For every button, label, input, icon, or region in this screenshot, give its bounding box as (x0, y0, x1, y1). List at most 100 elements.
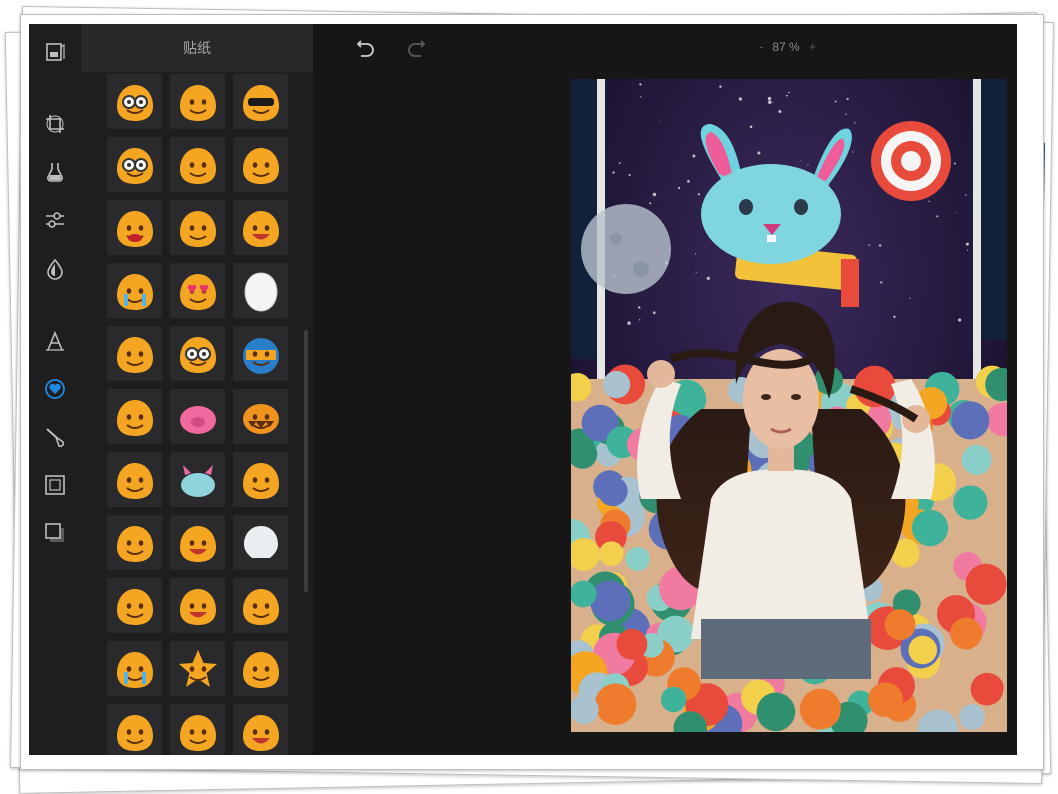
sticker-grin[interactable] (233, 200, 288, 255)
sticker-happy[interactable] (170, 578, 225, 633)
sobbing-icon (116, 651, 153, 688)
smirk-icon (242, 588, 279, 625)
headphones-icon (116, 336, 153, 373)
sticker-heart-icon (45, 379, 65, 399)
undo-button[interactable] (355, 37, 377, 59)
tongue-icon (242, 714, 279, 751)
sticker-headphones[interactable] (107, 326, 162, 381)
round-glasses-icon (179, 336, 216, 373)
photo-canvas[interactable] (571, 79, 1007, 732)
blank-smile-icon (242, 147, 279, 184)
sticker-sweat[interactable] (170, 704, 225, 755)
sticker-angry[interactable] (233, 641, 288, 696)
sticker-lightbulb[interactable] (170, 137, 225, 192)
photo-image (571, 79, 1007, 732)
star-icon (178, 649, 217, 687)
sticker-rainbow-crown[interactable] (170, 74, 225, 129)
canvas-icon (46, 43, 65, 61)
sticker-panel: 贴纸 (81, 24, 313, 755)
flask-icon (47, 163, 63, 182)
mustache-glasses-icon (116, 147, 153, 184)
drop-icon (47, 258, 63, 280)
grin-icon (242, 210, 279, 247)
sticker-skull[interactable] (233, 515, 288, 570)
crop-tool[interactable] (43, 112, 67, 136)
sticker-blow-kiss[interactable] (170, 200, 225, 255)
brush-icon (46, 428, 65, 448)
skull-icon (243, 525, 278, 558)
top-bar: - 87 % + (313, 24, 1017, 72)
sticker-heart-eyes[interactable] (170, 263, 225, 318)
sweat-icon (179, 714, 216, 751)
sticker-kiss-lips[interactable] (107, 200, 162, 255)
sticker-crying-tears[interactable] (107, 263, 162, 318)
happy-icon (179, 588, 216, 625)
confused-icon (116, 462, 153, 499)
sticker-sobbing[interactable] (107, 641, 162, 696)
text-tool[interactable] (43, 329, 67, 353)
redo-button[interactable] (405, 37, 427, 59)
sticker-tired[interactable] (107, 389, 162, 444)
sticker-star[interactable] (170, 641, 225, 696)
sticker-confused[interactable] (107, 452, 162, 507)
frame-icon (45, 475, 65, 495)
mask-icon (243, 271, 278, 312)
sticker-scrollbar[interactable] (304, 330, 308, 592)
panel-title: 贴纸 (81, 24, 313, 72)
sliders-icon (46, 212, 64, 228)
frame-tool[interactable] (43, 473, 67, 497)
shadow-tool[interactable] (43, 521, 67, 545)
zoom-out-button[interactable]: - (759, 39, 763, 54)
kiss-lips-icon (116, 210, 153, 247)
rainbow-crown-icon (179, 84, 216, 121)
blow-kiss-icon (179, 210, 216, 247)
dizzy-icon (116, 588, 153, 625)
sticker-blank-smile[interactable] (233, 137, 288, 192)
lightbulb-icon (179, 147, 216, 184)
sticker-tongue[interactable] (233, 704, 288, 755)
sticker-sunglasses[interactable] (233, 74, 288, 129)
worried-icon (242, 462, 279, 499)
sticker-mask[interactable] (233, 263, 288, 318)
undo-icon (356, 40, 374, 57)
bra-icon (116, 714, 153, 751)
filter-tool[interactable] (43, 160, 67, 184)
sick-icon (116, 525, 153, 562)
sticker-dizzy[interactable] (107, 578, 162, 633)
sticker-sick[interactable] (107, 515, 162, 570)
sticker-ninja[interactable] (233, 326, 288, 381)
bunny-icon (180, 464, 215, 497)
jack-o-lantern-icon (242, 403, 279, 434)
sunglasses-icon (242, 84, 279, 121)
adjust-tool[interactable] (43, 208, 67, 232)
tired-icon (116, 399, 153, 436)
pig-icon (179, 405, 216, 434)
canvas-tool[interactable] (43, 40, 67, 64)
drool-icon (179, 525, 216, 562)
zoom-in-button[interactable]: + (809, 39, 817, 54)
text-icon (46, 330, 64, 351)
sticker-nerd-glasses[interactable] (107, 74, 162, 129)
sticker-bunny[interactable] (170, 452, 225, 507)
sticker-drool[interactable] (170, 515, 225, 570)
zoom-control: - 87 % + (759, 39, 816, 54)
zoom-level: 87 % (772, 39, 800, 54)
sticker-bra[interactable] (107, 704, 162, 755)
sticker-pig[interactable] (170, 389, 225, 444)
photo-editor-window: 贴纸 - 87 % + (29, 24, 1017, 755)
sticker-worried[interactable] (233, 452, 288, 507)
brush-tool[interactable] (43, 425, 67, 449)
ninja-icon (242, 337, 279, 374)
angry-icon (242, 651, 279, 688)
redo-icon (408, 40, 426, 57)
sticker-mustache-glasses[interactable] (107, 137, 162, 192)
nerd-glasses-icon (116, 84, 153, 121)
sticker-tool[interactable] (43, 377, 67, 401)
shadow-icon (45, 523, 64, 542)
crop-icon (46, 115, 64, 133)
blur-tool[interactable] (43, 257, 67, 281)
sticker-jack-o-lantern[interactable] (233, 389, 288, 444)
sticker-round-glasses[interactable] (170, 326, 225, 381)
tool-rail (29, 24, 81, 755)
sticker-smirk[interactable] (233, 578, 288, 633)
